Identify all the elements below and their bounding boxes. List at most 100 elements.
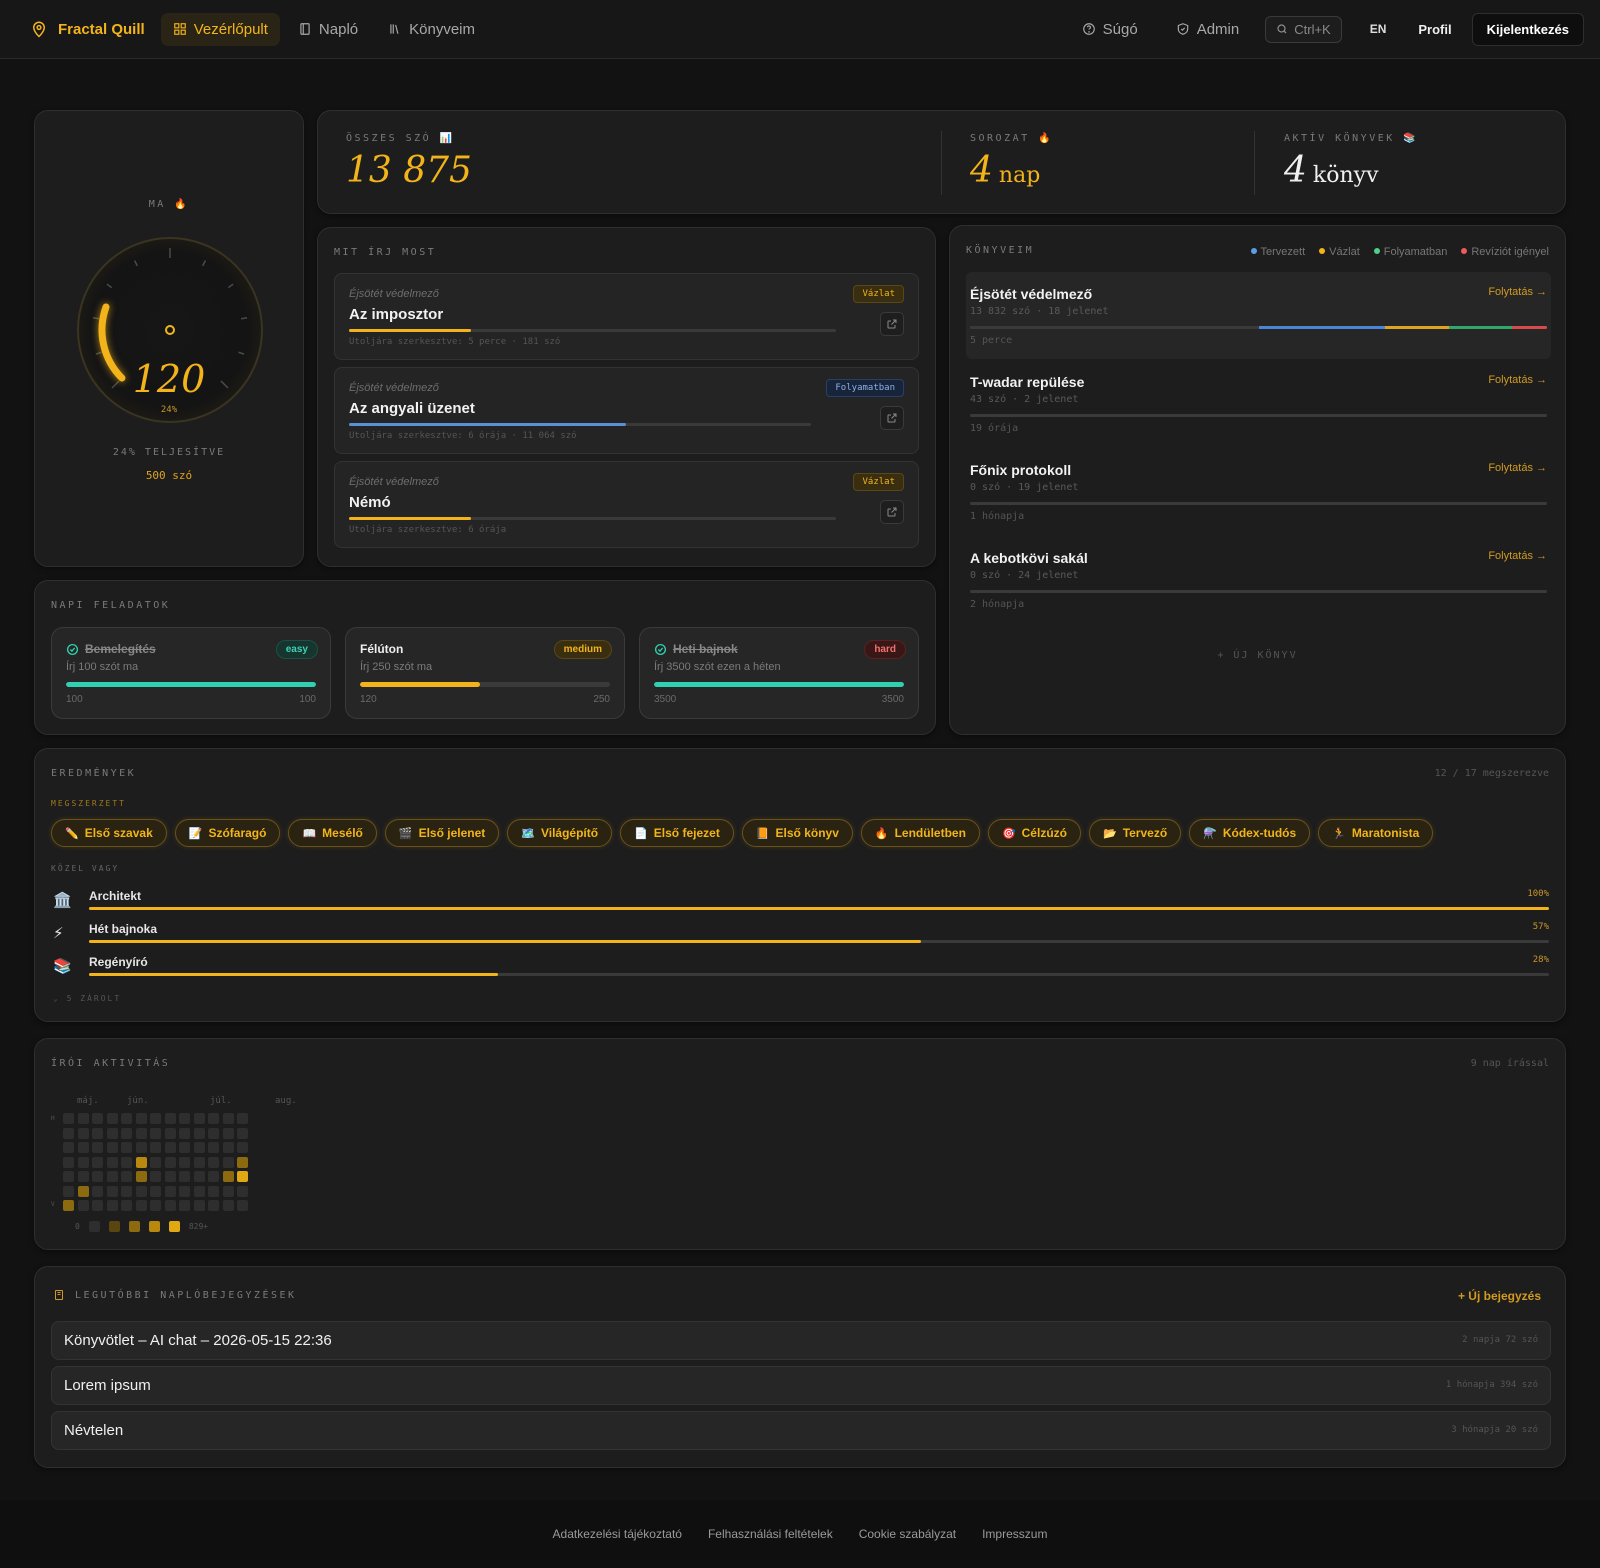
heatmap-cell[interactable] bbox=[106, 1127, 118, 1139]
heatmap-cell[interactable] bbox=[208, 1113, 219, 1124]
heatmap-cell[interactable] bbox=[208, 1127, 219, 1139]
heatmap-cell[interactable] bbox=[237, 1113, 248, 1124]
current-work-item[interactable]: Éjsötét védelmező Az imposztor Vázlat Ut… bbox=[334, 273, 919, 360]
achievement-chip[interactable]: ✏️ Első szavak bbox=[51, 819, 167, 847]
brand-logo[interactable]: Fractal Quill bbox=[30, 20, 145, 38]
heatmap-cell[interactable] bbox=[237, 1200, 248, 1211]
heatmap-cell[interactable] bbox=[193, 1185, 205, 1197]
achievement-chip[interactable]: 🏃 Maratonista bbox=[1318, 819, 1434, 847]
heatmap-cell[interactable] bbox=[92, 1200, 103, 1211]
heatmap-cell[interactable] bbox=[150, 1200, 161, 1211]
heatmap-cell[interactable] bbox=[106, 1142, 118, 1153]
open-button[interactable] bbox=[880, 500, 904, 524]
heatmap-cell[interactable] bbox=[179, 1142, 190, 1153]
heatmap-cell[interactable] bbox=[121, 1142, 132, 1153]
footer-cookie-link[interactable]: Cookie szabályzat bbox=[859, 1527, 956, 1541]
locked-toggle[interactable]: ⌄ 5 ZÁROLT bbox=[53, 994, 121, 1003]
book-item[interactable]: T-wadar repülése 43 szó · 2 jelenet Foly… bbox=[966, 360, 1551, 447]
heatmap-cell[interactable] bbox=[150, 1142, 161, 1153]
heatmap-cell[interactable] bbox=[63, 1171, 74, 1182]
nav-journal[interactable]: Napló bbox=[286, 13, 370, 46]
heatmap-cell[interactable] bbox=[92, 1113, 103, 1124]
heatmap-cell[interactable] bbox=[77, 1127, 89, 1139]
achievement-chip[interactable]: ⚗️ Kódex-tudós bbox=[1189, 819, 1311, 847]
heatmap-cell[interactable] bbox=[164, 1200, 176, 1211]
heatmap-cell[interactable] bbox=[208, 1156, 219, 1168]
heatmap-cell[interactable] bbox=[193, 1200, 205, 1211]
heatmap-cell[interactable] bbox=[164, 1142, 176, 1153]
heatmap-cell[interactable] bbox=[63, 1185, 74, 1197]
heatmap-cell[interactable] bbox=[179, 1171, 190, 1182]
achievement-chip[interactable]: 📖 Mesélő bbox=[288, 819, 377, 847]
book-item[interactable]: Éjsötét védelmező 13 832 szó · 18 jelene… bbox=[966, 272, 1551, 359]
heatmap-cell[interactable] bbox=[135, 1127, 147, 1139]
heatmap-cell[interactable] bbox=[222, 1142, 234, 1153]
footer-terms-link[interactable]: Felhasználási feltételek bbox=[708, 1527, 833, 1541]
heatmap-cell[interactable] bbox=[179, 1127, 190, 1139]
journal-entry[interactable]: Névtelen 3 hónapja 20 szó bbox=[51, 1411, 1551, 1450]
continue-link[interactable]: Folytatás → bbox=[1488, 462, 1547, 474]
footer-imprint-link[interactable]: Impresszum bbox=[982, 1527, 1047, 1541]
heatmap-cell[interactable] bbox=[77, 1142, 89, 1153]
achievement-chip[interactable]: 🗺️ Világépítő bbox=[507, 819, 613, 847]
heatmap-cell[interactable] bbox=[77, 1156, 89, 1168]
heatmap-cell[interactable] bbox=[135, 1171, 147, 1182]
heatmap-cell[interactable] bbox=[135, 1185, 147, 1197]
heatmap-cell[interactable] bbox=[179, 1200, 190, 1211]
heatmap-cell[interactable] bbox=[150, 1171, 161, 1182]
open-button[interactable] bbox=[880, 406, 904, 430]
heatmap-cell[interactable] bbox=[193, 1156, 205, 1168]
heatmap-cell[interactable] bbox=[92, 1127, 103, 1139]
new-entry-button[interactable]: + Új bejegyzés bbox=[1458, 1289, 1541, 1303]
heatmap-cell[interactable] bbox=[121, 1171, 132, 1182]
heatmap-cell[interactable] bbox=[135, 1142, 147, 1153]
heatmap-cell[interactable] bbox=[222, 1127, 234, 1139]
achievement-chip[interactable]: 📄 Első fejezet bbox=[620, 819, 734, 847]
heatmap-cell[interactable] bbox=[135, 1156, 147, 1168]
achievement-chip[interactable]: 🎯 Célzúzó bbox=[987, 819, 1081, 847]
heatmap-cell[interactable] bbox=[222, 1156, 234, 1168]
continue-link[interactable]: Folytatás → bbox=[1488, 550, 1547, 562]
heatmap-cell[interactable] bbox=[237, 1185, 248, 1197]
nav-books[interactable]: Könyveim bbox=[376, 13, 487, 46]
nav-admin[interactable]: Admin bbox=[1164, 13, 1252, 46]
heatmap-cell[interactable] bbox=[208, 1171, 219, 1182]
heatmap-cell[interactable] bbox=[164, 1127, 176, 1139]
heatmap-cell[interactable] bbox=[164, 1171, 176, 1182]
heatmap-cell[interactable] bbox=[92, 1156, 103, 1168]
heatmap-cell[interactable] bbox=[150, 1113, 161, 1124]
heatmap-cell[interactable] bbox=[63, 1156, 74, 1168]
current-work-item[interactable]: Éjsötét védelmező Az angyali üzenet Foly… bbox=[334, 367, 919, 454]
achievement-chip[interactable]: 🎬 Első jelenet bbox=[384, 819, 500, 847]
heatmap-cell[interactable] bbox=[106, 1200, 118, 1211]
heatmap-cell[interactable] bbox=[222, 1200, 234, 1211]
language-toggle[interactable]: EN bbox=[1358, 16, 1399, 42]
heatmap-cell[interactable] bbox=[63, 1200, 74, 1211]
open-button[interactable] bbox=[880, 312, 904, 336]
heatmap-cell[interactable] bbox=[237, 1127, 248, 1139]
book-item[interactable]: Főnix protokoll 0 szó · 19 jelenet Folyt… bbox=[966, 448, 1551, 535]
heatmap-cell[interactable] bbox=[179, 1113, 190, 1124]
new-book-button[interactable]: + ÚJ KÖNYV bbox=[950, 650, 1565, 661]
profile-link[interactable]: Profil bbox=[1404, 16, 1465, 43]
heatmap-cell[interactable] bbox=[77, 1185, 89, 1197]
heatmap-cell[interactable] bbox=[237, 1142, 248, 1153]
achievement-chip[interactable]: 📙 Első könyv bbox=[741, 819, 853, 847]
search-button[interactable]: Ctrl+K bbox=[1265, 15, 1342, 43]
heatmap-cell[interactable] bbox=[77, 1200, 89, 1211]
current-work-item[interactable]: Éjsötét védelmező Némó Vázlat Utoljára s… bbox=[334, 461, 919, 548]
journal-entry[interactable]: Lorem ipsum 1 hónapja 394 szó bbox=[51, 1366, 1551, 1405]
heatmap-cell[interactable] bbox=[164, 1113, 176, 1124]
heatmap-cell[interactable] bbox=[208, 1200, 219, 1211]
heatmap-cell[interactable] bbox=[150, 1185, 161, 1197]
heatmap-cell[interactable] bbox=[193, 1113, 205, 1124]
achievement-chip[interactable]: 📝 Szófaragó bbox=[174, 819, 281, 847]
heatmap-cell[interactable] bbox=[179, 1185, 190, 1197]
heatmap-cell[interactable] bbox=[164, 1156, 176, 1168]
heatmap-cell[interactable] bbox=[179, 1156, 190, 1168]
heatmap-cell[interactable] bbox=[63, 1142, 74, 1153]
heatmap-cell[interactable] bbox=[237, 1171, 248, 1182]
achievement-chip[interactable]: 📂 Tervező bbox=[1088, 819, 1182, 847]
heatmap-cell[interactable] bbox=[121, 1127, 132, 1139]
heatmap-cell[interactable] bbox=[208, 1185, 219, 1197]
